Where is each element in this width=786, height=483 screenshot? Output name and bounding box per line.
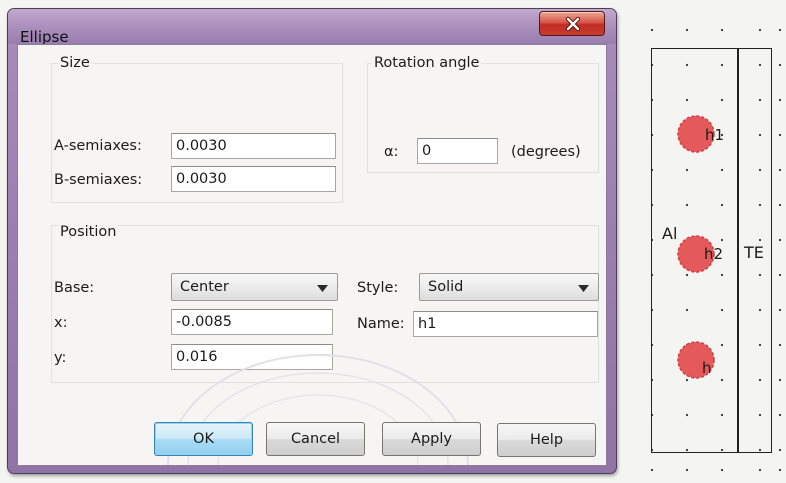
- help-button[interactable]: Help: [497, 423, 596, 457]
- grid-dot: [720, 468, 724, 472]
- grid-dot: [778, 28, 782, 32]
- grid-dot: [720, 28, 724, 32]
- grid-dot: [778, 448, 782, 452]
- grid-dot: [778, 343, 782, 347]
- dialog-body: Size A-semiaxes: 0.0030 B-semiaxes: 0.00…: [17, 44, 607, 466]
- grid-dot: [758, 468, 762, 472]
- grid-dot: [778, 98, 782, 102]
- ellipse-dialog: Ellipse Size A-semiaxes: 0.0030 B-semiax…: [7, 8, 617, 474]
- apply-button[interactable]: Apply: [382, 422, 481, 456]
- grid-dot: [685, 468, 689, 472]
- close-button[interactable]: [539, 11, 605, 36]
- grid-dot: [758, 28, 762, 32]
- geometry-canvas[interactable]: Al TE h1 h2 h: [632, 0, 786, 483]
- grid-dot: [650, 468, 654, 472]
- hole-h1-label: h1: [705, 126, 725, 144]
- grid-dot: [778, 203, 782, 207]
- grid-dot: [778, 413, 782, 417]
- grid-dot: [778, 308, 782, 312]
- grid-dot: [685, 28, 689, 32]
- grid-dot: [650, 28, 654, 32]
- grid-dot: [778, 63, 782, 67]
- grid-dot: [778, 168, 782, 172]
- grid-dot: [778, 378, 782, 382]
- grid-dot: [778, 273, 782, 277]
- hole-h2-label: h2: [704, 245, 724, 263]
- hole-h3-label: h: [702, 359, 712, 377]
- close-x-icon: [565, 16, 581, 32]
- ok-button[interactable]: OK: [154, 422, 253, 456]
- watermark-arcs: [167, 354, 469, 465]
- title-bar[interactable]: Ellipse: [8, 9, 616, 46]
- region-te-label: TE: [744, 243, 764, 262]
- grid-dot: [778, 238, 782, 242]
- cancel-button[interactable]: Cancel: [266, 422, 365, 456]
- grid-dot: [778, 133, 782, 137]
- grid-dot: [778, 468, 782, 472]
